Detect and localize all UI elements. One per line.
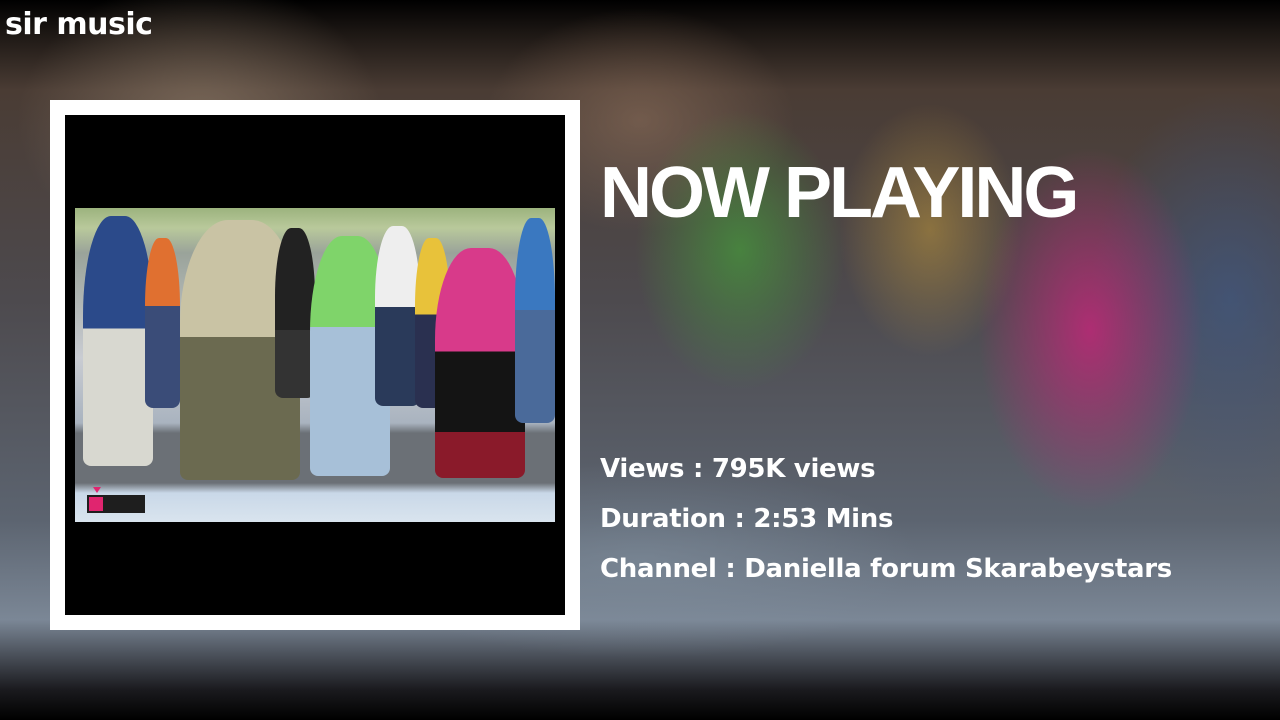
views-label: Views xyxy=(600,454,685,484)
channel-row: Channel : Daniella forum Skarabeystars xyxy=(600,552,1172,586)
album-art xyxy=(65,115,565,615)
duration-value: 2:53 Mins xyxy=(753,504,894,534)
duration-label: Duration xyxy=(600,504,726,534)
logo-mark-icon xyxy=(89,497,103,511)
app-title: sir music xyxy=(5,7,153,42)
views-separator: : xyxy=(684,454,712,484)
album-art-frame xyxy=(50,100,580,630)
album-art-image xyxy=(75,208,555,522)
channel-separator: : xyxy=(716,554,745,584)
views-value: 795K views xyxy=(711,454,876,484)
logo-triangle-icon xyxy=(93,487,101,493)
channel-label: Channel xyxy=(600,554,717,584)
duration-separator: : xyxy=(725,504,754,534)
now-playing-heading: NOW PLAYING xyxy=(600,153,1079,233)
duration-row: Duration : 2:53 Mins xyxy=(600,502,893,536)
channel-logo xyxy=(87,487,145,513)
channel-value: Daniella forum Skarabeystars xyxy=(744,554,1172,584)
views-row: Views : 795K views xyxy=(600,452,876,486)
